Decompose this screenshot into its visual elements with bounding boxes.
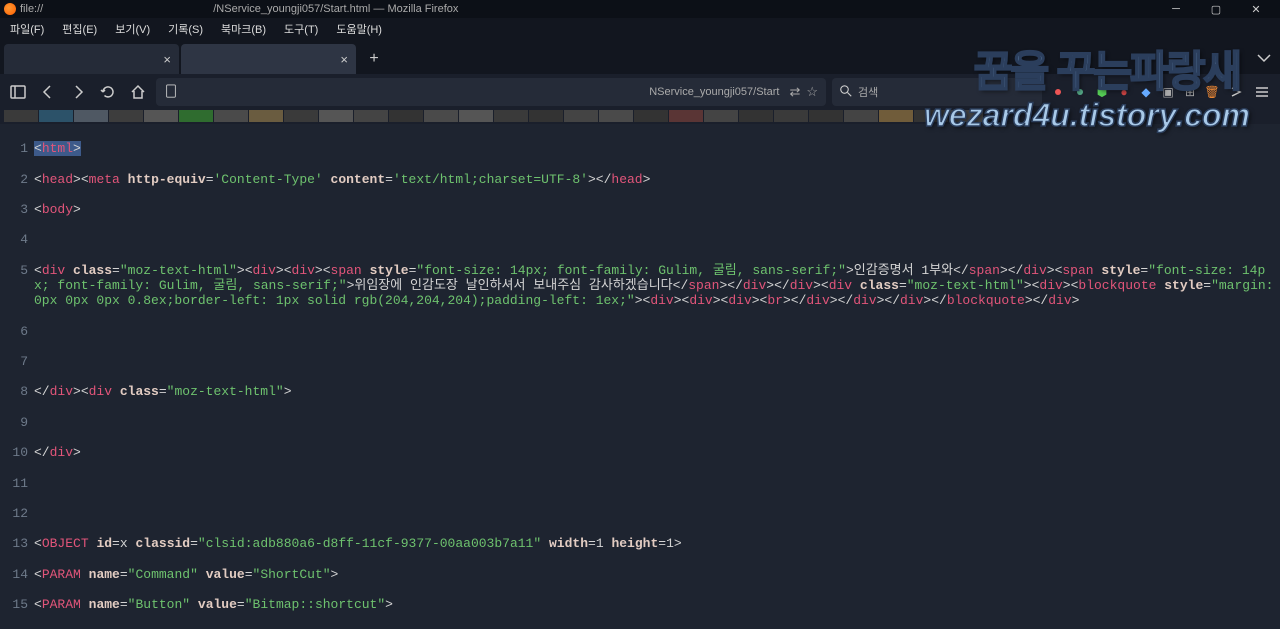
line-number: 8 bbox=[0, 384, 34, 399]
menu-help[interactable]: 도움말(H) bbox=[332, 19, 386, 39]
menu-view[interactable]: 보기(V) bbox=[111, 19, 154, 39]
menu-edit[interactable]: 편집(E) bbox=[58, 19, 101, 39]
overflow-icon[interactable] bbox=[1224, 80, 1248, 104]
bookmark-item-21[interactable] bbox=[739, 110, 773, 122]
ext-6-icon[interactable]: ▣ bbox=[1158, 82, 1178, 102]
bookmark-item-5[interactable] bbox=[179, 110, 213, 122]
bookmark-item-2[interactable] bbox=[74, 110, 108, 122]
line-number: 3 bbox=[0, 202, 34, 217]
tab-2-close-icon[interactable]: × bbox=[340, 52, 348, 67]
line-number: 1 bbox=[0, 141, 34, 156]
bookmark-item-9[interactable] bbox=[319, 110, 353, 122]
minimize-button[interactable]: ─ bbox=[1156, 0, 1196, 18]
line-number: 6 bbox=[0, 324, 34, 339]
bookmark-item-15[interactable] bbox=[529, 110, 563, 122]
bookmark-item-20[interactable] bbox=[704, 110, 738, 122]
menu-file[interactable]: 파일(F) bbox=[6, 19, 48, 39]
url-input[interactable]: NService_youngji057/Start ⇄ ☆ bbox=[156, 78, 826, 106]
sidebar-icon[interactable] bbox=[6, 80, 30, 104]
ext-5-icon[interactable]: ◆ bbox=[1136, 82, 1156, 102]
bookmark-item-27[interactable] bbox=[949, 110, 983, 122]
bookmark-item-14[interactable] bbox=[494, 110, 528, 122]
page-icon bbox=[164, 84, 178, 101]
close-button[interactable]: ✕ bbox=[1236, 0, 1276, 18]
line-number: 9 bbox=[0, 415, 34, 430]
bookmark-item-18[interactable] bbox=[634, 110, 668, 122]
bookmark-item-25[interactable] bbox=[879, 110, 913, 122]
menu-history[interactable]: 기록(S) bbox=[164, 19, 207, 39]
forward-icon[interactable] bbox=[66, 80, 90, 104]
nav-toolbar: NService_youngji057/Start ⇄ ☆ 검색 ⬢ ● ◆ ▣… bbox=[0, 74, 1280, 110]
bookmark-item-0[interactable] bbox=[4, 110, 38, 122]
tabs-dropdown-icon[interactable] bbox=[1252, 46, 1276, 70]
bookmark-item-7[interactable] bbox=[249, 110, 283, 122]
line-number: 10 bbox=[0, 445, 34, 460]
window-titlebar: file:// /NService_youngji057/Start.html … bbox=[0, 0, 1280, 18]
bookmark-item-1[interactable] bbox=[39, 110, 73, 122]
bookmark-item-22[interactable] bbox=[774, 110, 808, 122]
line-number: 11 bbox=[0, 476, 34, 491]
ext-7-icon[interactable]: ⊞ bbox=[1180, 82, 1200, 102]
bookmark-item-13[interactable] bbox=[459, 110, 493, 122]
tab-1[interactable]: × bbox=[4, 44, 179, 74]
hamburger-icon[interactable] bbox=[1250, 80, 1274, 104]
menu-tools[interactable]: 도구(T) bbox=[280, 19, 322, 39]
url-text: NService_youngji057/Start bbox=[184, 86, 783, 98]
bookmark-item-17[interactable] bbox=[599, 110, 633, 122]
new-tab-button[interactable]: + bbox=[362, 47, 386, 71]
tab-2[interactable]: × bbox=[181, 44, 356, 74]
translate-icon[interactable]: ⇄ bbox=[789, 84, 800, 100]
line-number: 14 bbox=[0, 567, 34, 582]
menu-bookmarks[interactable]: 북마크(B) bbox=[217, 19, 270, 39]
bookmark-item-19[interactable] bbox=[669, 110, 703, 122]
ext-2-icon[interactable] bbox=[1070, 82, 1090, 102]
bookmark-item-26[interactable] bbox=[914, 110, 948, 122]
search-placeholder: 검색 bbox=[858, 84, 878, 100]
firefox-icon bbox=[4, 3, 16, 15]
tab-1-close-icon[interactable]: × bbox=[163, 52, 171, 67]
home-icon[interactable] bbox=[126, 80, 150, 104]
bookmark-item-11[interactable] bbox=[389, 110, 423, 122]
bookmark-item-8[interactable] bbox=[284, 110, 318, 122]
extensions-area: ⬢ ● ◆ ▣ ⊞ 🗑 bbox=[1048, 80, 1274, 104]
bookmark-item-23[interactable] bbox=[809, 110, 843, 122]
line-number: 2 bbox=[0, 172, 34, 187]
title-path: /NService_youngji057/Start.html — Mozill… bbox=[213, 3, 458, 15]
maximize-button[interactable]: ▢ bbox=[1196, 0, 1236, 18]
reload-icon[interactable] bbox=[96, 80, 120, 104]
line-number: 12 bbox=[0, 506, 34, 521]
ext-3-icon[interactable]: ⬢ bbox=[1092, 82, 1112, 102]
line-number: 5 bbox=[0, 263, 34, 309]
tab-bar: × × + bbox=[0, 40, 1280, 74]
ext-8-icon[interactable]: 🗑 bbox=[1202, 82, 1222, 102]
search-icon bbox=[840, 85, 852, 100]
bookmark-item-16[interactable] bbox=[564, 110, 598, 122]
bookmark-item-10[interactable] bbox=[354, 110, 388, 122]
title-protocol: file:// bbox=[20, 3, 43, 15]
bookmark-item-6[interactable] bbox=[214, 110, 248, 122]
bookmark-item-4[interactable] bbox=[144, 110, 178, 122]
line-number: 15 bbox=[0, 597, 34, 612]
menu-bar: 파일(F) 편집(E) 보기(V) 기록(S) 북마크(B) 도구(T) 도움말… bbox=[0, 18, 1280, 40]
bookmark-star-icon[interactable]: ☆ bbox=[806, 84, 818, 100]
bookmark-item-3[interactable] bbox=[109, 110, 143, 122]
ext-4-icon[interactable]: ● bbox=[1114, 82, 1134, 102]
line-number: 4 bbox=[0, 232, 34, 247]
source-code-view: 1<html> 2<head><meta http-equiv='Content… bbox=[0, 124, 1280, 629]
line-number: 13 bbox=[0, 536, 34, 551]
ext-1-icon[interactable] bbox=[1048, 82, 1068, 102]
back-icon[interactable] bbox=[36, 80, 60, 104]
search-input[interactable]: 검색 bbox=[832, 78, 1042, 106]
bookmarks-bar bbox=[0, 110, 1280, 124]
bookmark-item-12[interactable] bbox=[424, 110, 458, 122]
line-number: 7 bbox=[0, 354, 34, 369]
bookmark-item-24[interactable] bbox=[844, 110, 878, 122]
